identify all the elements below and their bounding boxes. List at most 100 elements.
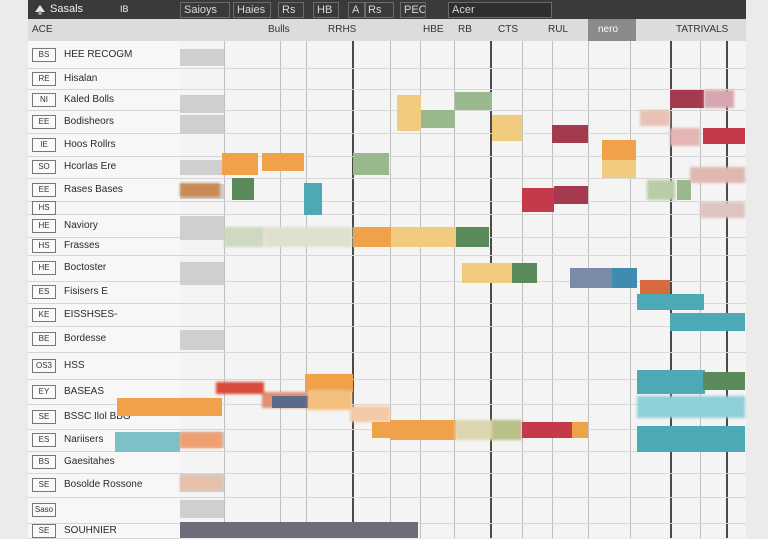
menu-item-1[interactable]: Saioys <box>180 2 230 18</box>
active-field[interactable]: Acer <box>448 2 552 18</box>
menu-item-6[interactable]: Rs <box>364 2 394 18</box>
schedule-bar[interactable] <box>703 372 745 390</box>
row-label[interactable]: EE Rases Bases <box>28 178 180 202</box>
schedule-bar[interactable] <box>272 396 308 408</box>
header-col-rul[interactable]: RUL <box>548 19 588 41</box>
row-label[interactable]: SE Bosolde Rossone <box>28 473 180 498</box>
menu-item-4[interactable]: HB <box>313 2 339 18</box>
schedule-bar[interactable] <box>670 90 704 108</box>
schedule-bar[interactable] <box>637 370 705 394</box>
schedule-bar[interactable] <box>602 160 636 178</box>
schedule-bar[interactable] <box>232 178 254 200</box>
schedule-bar[interactable] <box>492 420 522 440</box>
grid-column-line <box>224 41 225 538</box>
row-type-icon: SE <box>32 409 56 424</box>
row-label[interactable]: SO Hcorlas Ere <box>28 156 180 179</box>
header-col-rrhs[interactable]: RRHS <box>328 19 368 41</box>
schedule-bar[interactable] <box>180 183 220 197</box>
row-label-text: HSS <box>64 359 85 371</box>
grid-column-line <box>280 41 281 538</box>
schedule-bar[interactable] <box>115 432 180 452</box>
row-label[interactable]: BS Gaesitahes <box>28 451 180 474</box>
schedule-bar[interactable] <box>353 153 389 175</box>
schedule-bar[interactable] <box>647 180 675 200</box>
row-label[interactable]: BE Bordesse <box>28 326 180 353</box>
schedule-bar[interactable] <box>216 382 264 394</box>
header-col-cts[interactable]: CTS <box>498 19 538 41</box>
schedule-bar[interactable] <box>703 128 745 144</box>
schedule-bar[interactable] <box>522 188 554 212</box>
schedule-bar[interactable] <box>552 125 588 143</box>
schedule-bar[interactable] <box>612 268 637 288</box>
schedule-bar[interactable] <box>353 227 391 247</box>
schedule-bar[interactable] <box>117 398 222 416</box>
schedule-bar[interactable] <box>700 202 745 218</box>
menu-item-2[interactable]: Haies <box>233 2 271 18</box>
schedule-bar[interactable] <box>640 110 670 126</box>
row-label[interactable]: HS Frasses <box>28 237 180 256</box>
menu-item-7[interactable]: PEC <box>400 2 426 18</box>
schedule-bar[interactable] <box>455 92 492 110</box>
schedule-bar[interactable] <box>304 183 322 215</box>
schedule-bar[interactable] <box>421 110 455 128</box>
row-label[interactable]: HE Boctoster <box>28 255 180 282</box>
schedule-bar[interactable] <box>350 406 390 422</box>
schedule-bar[interactable] <box>462 263 512 283</box>
schedule-bar[interactable] <box>640 280 670 294</box>
header-col-tatrivals[interactable]: TATRIVALS <box>676 19 744 41</box>
schedule-bar[interactable] <box>637 294 704 310</box>
schedule-bar[interactable] <box>670 313 745 331</box>
schedule-bar[interactable] <box>455 420 495 440</box>
schedule-bar[interactable] <box>637 396 745 418</box>
row-label[interactable]: IE Hoos Rollrs <box>28 133 180 157</box>
schedule-bar[interactable] <box>570 268 612 288</box>
row-label[interactable]: HS <box>28 201 180 215</box>
schedule-bar[interactable] <box>671 426 745 452</box>
grid-column-line <box>630 41 631 538</box>
schedule-bar[interactable] <box>554 186 588 204</box>
schedule-bar[interactable] <box>222 153 258 175</box>
row-label[interactable]: NI Kaled Bolls <box>28 89 180 111</box>
schedule-bar[interactable] <box>670 128 700 146</box>
row-label[interactable]: RE Hisalan <box>28 68 180 90</box>
schedule-bar[interactable] <box>308 390 352 410</box>
schedule-bar[interactable] <box>391 227 457 247</box>
schedule-bar[interactable] <box>180 432 222 448</box>
row-label[interactable]: OS3 HSS <box>28 352 180 380</box>
row-label[interactable]: EE Bodisheors <box>28 110 180 134</box>
row-label[interactable]: KE EISSHSES- <box>28 303 180 327</box>
grid-column-line <box>726 41 728 538</box>
schedule-bar[interactable] <box>397 95 421 131</box>
header-col-nero[interactable]: nero <box>598 19 634 41</box>
schedule-bar[interactable] <box>522 422 572 438</box>
schedule-bar[interactable] <box>512 263 537 283</box>
schedule-bar[interactable] <box>704 90 734 108</box>
schedule-bar[interactable] <box>456 227 489 247</box>
row-label[interactable]: SE SOUHNIER <box>28 523 180 539</box>
schedule-bar[interactable] <box>390 420 456 440</box>
resource-block <box>180 115 224 134</box>
row-label[interactable]: HE Naviory <box>28 214 180 238</box>
header-col-rb[interactable]: RB <box>458 19 488 41</box>
row-label-text: Boctoster <box>64 262 107 273</box>
row-label[interactable]: BS HEE RECOGM <box>28 41 180 69</box>
grid-row-line <box>180 352 746 353</box>
schedule-bar[interactable] <box>372 422 392 438</box>
header-col-bulls[interactable]: Bulls <box>268 19 308 41</box>
schedule-bar[interactable] <box>677 180 691 200</box>
row-label[interactable]: ES Fisisers E <box>28 281 180 304</box>
schedule-bar[interactable] <box>602 140 636 160</box>
schedule-bar[interactable] <box>572 422 588 438</box>
schedule-bar[interactable] <box>264 227 352 247</box>
schedule-bar[interactable] <box>690 167 745 183</box>
schedule-bar[interactable] <box>492 115 522 141</box>
grid-row-line <box>180 201 746 202</box>
schedule-bar[interactable] <box>637 426 671 452</box>
schedule-bar[interactable] <box>180 476 222 490</box>
schedule-bar[interactable] <box>262 153 304 171</box>
menu-item-3[interactable]: Rs <box>278 2 304 18</box>
row-type-icon: OS3 <box>32 358 56 373</box>
row-label[interactable]: Saso <box>28 497 180 524</box>
schedule-bar[interactable] <box>224 227 264 247</box>
header-col-hbe[interactable]: HBE <box>423 19 453 41</box>
